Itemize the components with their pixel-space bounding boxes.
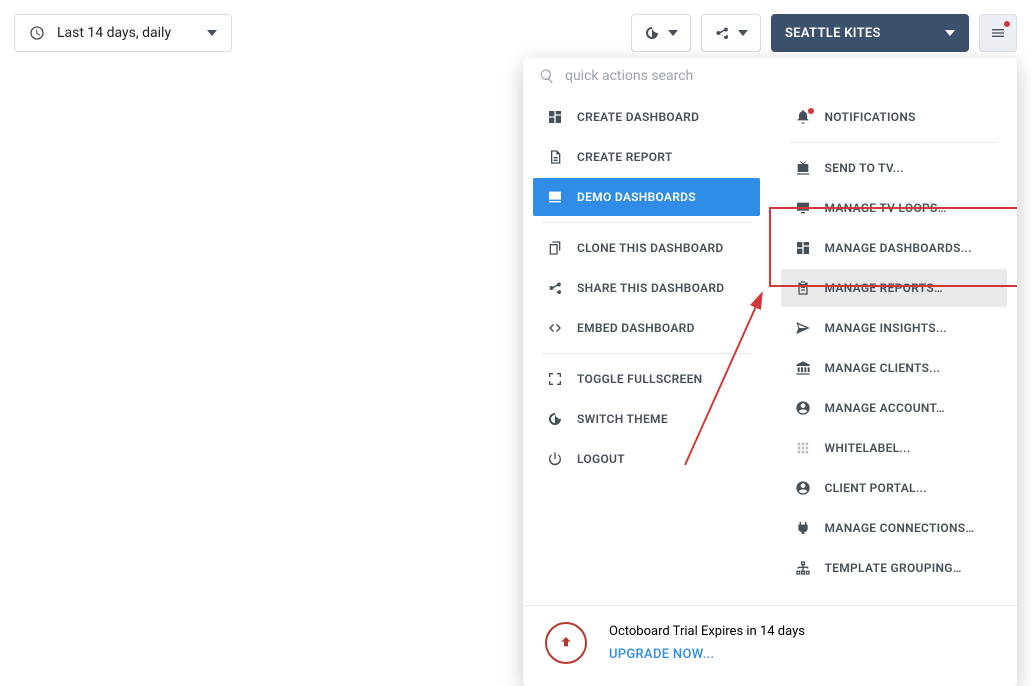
chevron-down-icon (207, 30, 217, 36)
chevron-down-icon (668, 30, 678, 36)
dashboard-icon (795, 240, 811, 256)
menu-label: CREATE REPORT (577, 150, 673, 164)
date-range-selector[interactable]: Last 14 days, daily (14, 14, 232, 52)
fullscreen-icon (547, 371, 563, 387)
left-controls: Last 14 days, daily (14, 14, 232, 52)
report-icon (547, 149, 563, 165)
notification-dot-icon (808, 108, 814, 114)
clipboard-icon (795, 280, 811, 296)
menu-manage-tv-loops[interactable]: MANAGE TV LOOPS… (781, 189, 1008, 227)
menu-separator (543, 222, 750, 223)
trial-text: Octoboard Trial Expires in 14 days UPGRA… (609, 624, 805, 662)
menu-create-report[interactable]: CREATE REPORT (533, 138, 760, 176)
menu-clone-dashboard[interactable]: CLONE THIS DASHBOARD (533, 229, 760, 267)
dashboard-icon (547, 109, 563, 125)
menu-label: MANAGE CONNECTIONS… (825, 521, 975, 535)
menu-label: MANAGE CLIENTS... (825, 361, 941, 375)
menu-label: TOGGLE FULLSCREEN (577, 372, 702, 386)
theme-icon (644, 25, 660, 41)
chevron-down-icon (738, 30, 748, 36)
notification-dot-icon (1004, 21, 1010, 27)
menu-label: CREATE DASHBOARD (577, 110, 699, 124)
main-menu-button[interactable] (979, 14, 1017, 52)
menu-client-portal[interactable]: CLIENT PORTAL... (781, 469, 1008, 507)
menu-manage-account[interactable]: MANAGE ACCOUNT… (781, 389, 1008, 427)
menu-label: MANAGE ACCOUNT… (825, 401, 945, 415)
menu-label: DEMO DASHBOARDS (577, 190, 696, 204)
menu-create-dashboard[interactable]: CREATE DASHBOARD (533, 98, 760, 136)
theme-icon (547, 411, 563, 427)
sitemap-icon (795, 560, 811, 576)
menu-share-dashboard[interactable]: SHARE THIS DASHBOARD (533, 269, 760, 307)
menu-manage-clients[interactable]: MANAGE CLIENTS... (781, 349, 1008, 387)
main-menu-panel: CREATE DASHBOARD CREATE REPORT DEMO DASH… (523, 58, 1017, 686)
bank-icon (795, 360, 811, 376)
menu-whitelabel[interactable]: WHITELABEL... (781, 429, 1008, 467)
user-circle-icon (795, 400, 811, 416)
menu-send-to-tv[interactable]: SEND TO TV... (781, 149, 1008, 187)
menu-label: EMBED DASHBOARD (577, 321, 695, 335)
send-icon (795, 320, 811, 336)
monitor-icon (547, 189, 563, 205)
upgrade-icon (545, 622, 587, 664)
menu-separator (791, 142, 998, 143)
search-icon (539, 68, 555, 84)
menu-label: MANAGE REPORTS… (825, 281, 943, 295)
menu-demo-dashboards[interactable]: DEMO DASHBOARDS (533, 178, 760, 216)
menu-label: MANAGE INSIGHTS... (825, 321, 948, 335)
topbar: Last 14 days, daily SEATTLE KITES (0, 0, 1031, 52)
menu-template-grouping[interactable]: TEMPLATE GROUPING… (781, 549, 1008, 587)
menu-label: SWITCH THEME (577, 412, 668, 426)
share-button[interactable] (701, 14, 761, 52)
menu-separator (543, 353, 750, 354)
menu-label: CLONE THIS DASHBOARD (577, 241, 724, 255)
search-wrap (523, 58, 1017, 92)
menu-label: SHARE THIS DASHBOARD (577, 281, 724, 295)
share-icon (547, 280, 563, 296)
menu-toggle-fullscreen[interactable]: TOGGLE FULLSCREEN (533, 360, 760, 398)
client-selector[interactable]: SEATTLE KITES (771, 14, 969, 52)
menu-manage-connections[interactable]: MANAGE CONNECTIONS… (781, 509, 1008, 547)
power-icon (547, 451, 563, 467)
menu-label: CLIENT PORTAL... (825, 481, 927, 495)
tv-icon (795, 160, 811, 176)
right-controls: SEATTLE KITES (631, 14, 1017, 52)
theme-toggle-button[interactable] (631, 14, 691, 52)
menu-label: TEMPLATE GROUPING… (825, 561, 962, 575)
date-range-label: Last 14 days, daily (57, 25, 171, 41)
menu-manage-reports[interactable]: MANAGE REPORTS… (781, 269, 1008, 307)
clock-icon (29, 25, 45, 41)
hamburger-icon (990, 25, 1006, 41)
menu-switch-theme[interactable]: SWITCH THEME (533, 400, 760, 438)
plug-icon (795, 520, 811, 536)
upgrade-link[interactable]: UPGRADE NOW... (609, 647, 805, 662)
code-icon (547, 320, 563, 336)
menu-embed-dashboard[interactable]: EMBED DASHBOARD (533, 309, 760, 347)
menu-notifications[interactable]: NOTIFICATIONS (781, 98, 1008, 136)
trial-bar: Octoboard Trial Expires in 14 days UPGRA… (523, 605, 1017, 686)
trial-message: Octoboard Trial Expires in 14 days (609, 624, 805, 639)
user-circle-icon (795, 480, 811, 496)
menu-manage-insights[interactable]: MANAGE INSIGHTS... (781, 309, 1008, 347)
menu-manage-dashboards[interactable]: MANAGE DASHBOARDS... (781, 229, 1008, 267)
copy-icon (547, 240, 563, 256)
monitor-icon (795, 200, 811, 216)
menu-label: MANAGE DASHBOARDS... (825, 241, 972, 255)
share-icon (714, 25, 730, 41)
menu-label: MANAGE TV LOOPS… (825, 201, 947, 215)
client-name-label: SEATTLE KITES (785, 26, 881, 41)
menu-right-column: NOTIFICATIONS SEND TO TV... MANAGE TV LO… (771, 92, 1018, 605)
grid-icon (795, 440, 811, 456)
menu-logout[interactable]: LOGOUT (533, 440, 760, 478)
menu-left-column: CREATE DASHBOARD CREATE REPORT DEMO DASH… (523, 92, 771, 605)
menu-label: LOGOUT (577, 452, 625, 466)
chevron-down-icon (945, 30, 955, 36)
menu-label: WHITELABEL... (825, 441, 911, 455)
menu-columns: CREATE DASHBOARD CREATE REPORT DEMO DASH… (523, 92, 1017, 605)
quick-actions-search-input[interactable] (565, 68, 1001, 84)
menu-label: SEND TO TV... (825, 161, 904, 175)
menu-label: NOTIFICATIONS (825, 110, 916, 124)
